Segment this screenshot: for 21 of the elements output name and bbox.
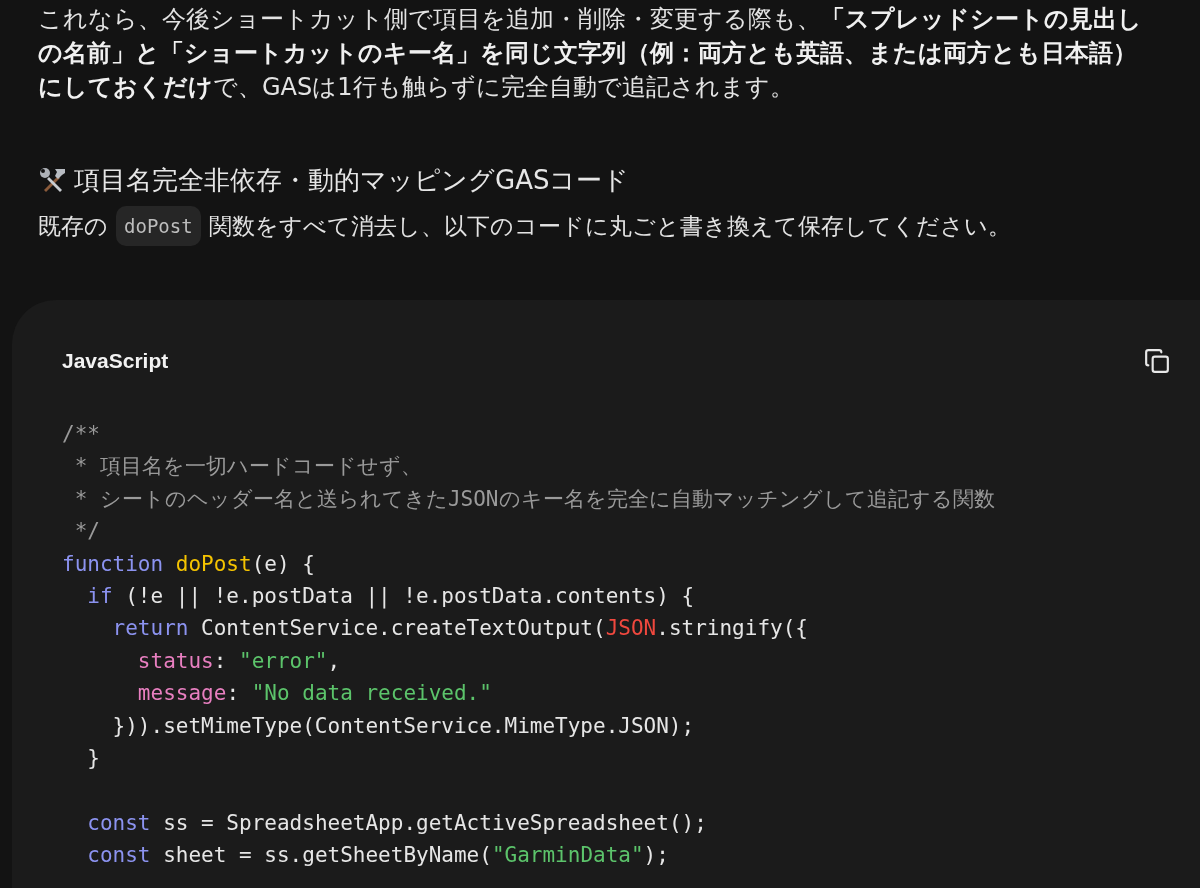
code-line: if (!e || !e.postData || !e.postData.contents) { [86, 582, 696, 611]
code-line: /** [62, 421, 101, 448]
code-line: * 項目名を一切ハードコードせず、 [73, 453, 423, 481]
code-line: */ [73, 518, 101, 546]
code-line: } [86, 744, 101, 772]
language-label: JavaScript [62, 349, 169, 373]
copy-button[interactable] [1144, 348, 1170, 374]
code-line: const ss = SpreadsheetApp.getActiveSpreadsheet(); [86, 809, 708, 837]
code-line: status: "error", [136, 647, 342, 675]
section-heading: 項目名完全非依存・動的マッピングGASコード [74, 164, 630, 197]
instruction-text: 関数をすべて消去し、以下のコードに丸ごと書き換えて保存してください。 [208, 212, 1011, 241]
tools-icon [38, 165, 68, 195]
code-line: function doPost(e) { [62, 550, 316, 578]
code-line: const sheet = ss.getSheetByName("GarminData"); [86, 842, 670, 870]
code-line: * シートのヘッダー名と送られてきたJSONのキー名を完全に自動マッチングして追記する関数 [73, 485, 996, 513]
code-line: return ContentService.createTextOutput(JSON.stringify({ [111, 615, 809, 643]
code-line: })).setMimeType(ContentService.MimeType.JSON); [111, 712, 696, 740]
inline-code: doPost [116, 206, 201, 246]
code-line: message: "No data received." [136, 680, 493, 708]
instruction-text: 既存の [38, 212, 108, 241]
intro-paragraph: これなら、今後ショートカット側で項目を追加・削除・変更する際も、「スプレッドシートの見出しの名前」と「ショートカットのキー名」を同じ文字列（例：両方とも英語、または両方とも日本語）にしておくだけで、GASは1行も触らずに完全自動で追記されます。 [38, 4, 1143, 103]
